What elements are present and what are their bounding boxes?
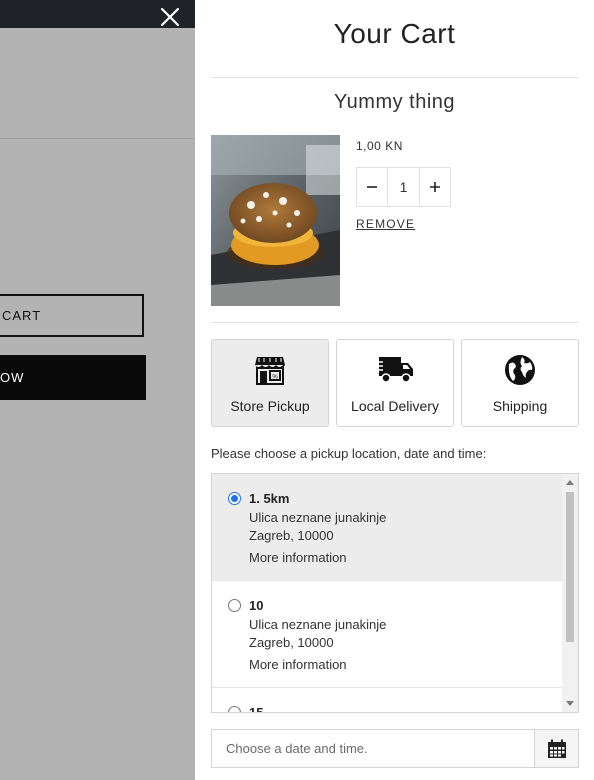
- divider: [211, 77, 579, 78]
- more-information-link[interactable]: More information: [249, 550, 347, 565]
- location-city: Zagreb, 10000: [249, 635, 334, 650]
- quantity-stepper: 1: [356, 167, 451, 207]
- pickup-prompt: Please choose a pickup location, date an…: [211, 446, 487, 461]
- location-name: 1. 5km: [249, 491, 290, 506]
- pickup-location-item[interactable]: 15: [212, 688, 562, 713]
- store-icon: %: [255, 357, 285, 385]
- item-price: 1,00 KN: [356, 139, 403, 153]
- location-list-scrollbar[interactable]: [562, 474, 578, 712]
- remove-item-link[interactable]: REMOVE: [356, 217, 415, 231]
- close-icon: [160, 7, 180, 27]
- delivery-method-selector: % Store Pickup Local Delivery Shipping: [211, 339, 579, 427]
- calendar-button[interactable]: [534, 730, 578, 767]
- cart-title: Your Cart: [333, 18, 456, 49]
- date-time-input[interactable]: [212, 730, 534, 767]
- store-pickup-option[interactable]: % Store Pickup: [211, 339, 329, 427]
- background-add-to-cart-button[interactable]: CART: [0, 294, 144, 337]
- calendar-icon: [547, 739, 566, 758]
- scroll-thumb[interactable]: [566, 492, 574, 642]
- close-button[interactable]: [156, 4, 184, 30]
- location-street: Ulica neznane junakinje: [249, 617, 387, 632]
- svg-text:%: %: [272, 375, 278, 381]
- pickup-location-item[interactable]: 10 Ulica neznane junakinje Zagreb, 10000…: [212, 581, 562, 688]
- divider: [211, 322, 579, 323]
- location-street: Ulica neznane junakinje: [249, 510, 387, 525]
- local-delivery-label: Local Delivery: [351, 398, 439, 414]
- decrease-quantity-button[interactable]: [357, 168, 387, 206]
- scroll-down-arrow-icon[interactable]: [566, 701, 574, 706]
- location-radio[interactable]: [228, 706, 241, 712]
- minus-icon: [367, 186, 377, 188]
- shipping-label: Shipping: [492, 398, 548, 414]
- pickup-location-list[interactable]: 1. 5km Ulica neznane junakinje Zagreb, 1…: [211, 473, 579, 713]
- quantity-value[interactable]: 1: [387, 168, 420, 206]
- more-information-link[interactable]: More information: [249, 657, 347, 672]
- item-title: Yummy thing: [333, 91, 456, 113]
- scroll-up-arrow-icon[interactable]: [566, 480, 574, 485]
- date-time-picker: [211, 729, 579, 768]
- shipping-option[interactable]: Shipping: [461, 339, 579, 427]
- location-city: Zagreb, 10000: [249, 528, 334, 543]
- globe-icon: [505, 355, 535, 385]
- local-delivery-option[interactable]: Local Delivery: [336, 339, 454, 427]
- pickup-location-item[interactable]: 1. 5km Ulica neznane junakinje Zagreb, 1…: [212, 474, 562, 581]
- background-divider: [0, 138, 195, 139]
- item-image: [211, 135, 340, 306]
- location-name: 15: [249, 705, 264, 713]
- location-radio[interactable]: [228, 492, 241, 505]
- background-buy-now-button[interactable]: OW: [0, 355, 146, 400]
- store-pickup-label: Store Pickup: [230, 398, 310, 414]
- location-radio[interactable]: [228, 599, 241, 612]
- increase-quantity-button[interactable]: [420, 168, 450, 206]
- cart-drawer: Your Cart Yummy thing 1,00 KN 1 REMOVE %…: [195, 0, 594, 780]
- truck-icon: [375, 357, 413, 383]
- plus-icon: [430, 182, 440, 192]
- location-name: 10: [249, 598, 264, 613]
